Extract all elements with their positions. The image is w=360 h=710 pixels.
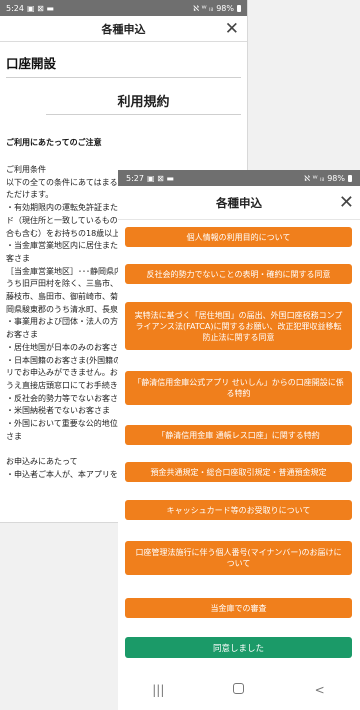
back-icon[interactable]: < xyxy=(300,683,340,697)
battery-icon xyxy=(237,4,241,12)
page-title: 各種申込 xyxy=(216,195,262,210)
consent-button-privacy[interactable]: 個人情報の利用目的について xyxy=(125,227,352,247)
consent-button-passbookless[interactable]: 「静清信用金庫 通帳レス口座」に関する特約 xyxy=(125,425,352,445)
status-bar: 5:27 ▣ ⊠ ▬ ℵ ᵂ ₗᵢₗ 98% xyxy=(118,170,360,186)
consent-button-list: 個人情報の利用目的について 反社会的勢力でないことの表明・確約に関する同意 実特… xyxy=(118,220,360,690)
consent-button-antisocial[interactable]: 反社会的勢力でないことの表明・確約に関する同意 xyxy=(125,264,352,284)
title-bar: 各種申込 ✕ xyxy=(118,186,360,220)
close-icon[interactable]: ✕ xyxy=(339,193,354,213)
consent-button-cash-card[interactable]: キャッシュカード等のお受取りについて xyxy=(125,500,352,520)
notification-icons: ▣ ⊠ ▬ xyxy=(146,173,174,183)
title-bar: 各種申込 ✕ xyxy=(0,16,247,42)
status-time: 5:24 xyxy=(6,3,24,13)
signal-icons: ℵ ᵂ ₗᵢₗ xyxy=(193,3,214,13)
battery-level: 98% xyxy=(327,173,345,183)
consent-button-mynumber[interactable]: 口座管理法施行に伴う個人番号(マイナンバー)のお届けについて xyxy=(125,541,352,575)
consent-button-deposit-rules[interactable]: 預金共通規定・総合口座取引規定・普通預金規定 xyxy=(125,462,352,482)
home-icon[interactable] xyxy=(219,683,259,697)
battery-icon xyxy=(348,174,352,182)
agree-button[interactable]: 同意しました xyxy=(125,637,352,658)
consent-button-review[interactable]: 当金庫での審査 xyxy=(125,598,352,618)
battery-level: 98% xyxy=(216,3,234,13)
signal-icons: ℵ ᵂ ₗᵢₗ xyxy=(304,173,325,183)
notification-icons: ▣ ⊠ ▬ xyxy=(26,3,54,13)
status-time: 5:27 xyxy=(126,173,144,183)
page-title: 各種申込 xyxy=(101,22,146,36)
front-screen: 5:27 ▣ ⊠ ▬ ℵ ᵂ ₗᵢₗ 98% 各種申込 ✕ 個人情報の利用目的に… xyxy=(118,170,360,710)
recent-apps-icon[interactable]: ||| xyxy=(138,683,178,697)
consent-button-fatca[interactable]: 実特法に基づく「居住地国」の届出、外国口座税務コンプライアンス法(FATCA)に… xyxy=(125,302,352,350)
section-title: 口座開設 xyxy=(6,42,241,78)
terms-heading: 利用規約 xyxy=(46,91,241,115)
notice-heading: ご利用にあたってのご注意 xyxy=(6,138,102,147)
close-icon[interactable]: ✕ xyxy=(225,19,239,39)
consent-button-app-account[interactable]: 「静清信用金庫公式アプリ せいしん」からの口座開設に係る特約 xyxy=(125,371,352,405)
status-bar: 5:24 ▣ ⊠ ▬ ℵ ᵂ ₗᵢₗ 98% xyxy=(0,0,247,16)
screenshot-composite: 5:24 ▣ ⊠ ▬ ℵ ᵂ ₗᵢₗ 98% 各種申込 ✕ 口座開設 利用規約 … xyxy=(0,0,360,710)
system-nav-bar: ||| < xyxy=(118,670,360,710)
